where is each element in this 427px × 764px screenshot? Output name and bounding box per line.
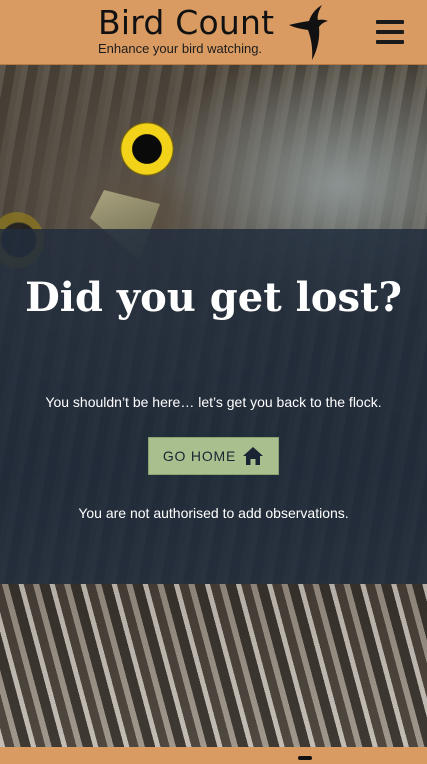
home-icon — [243, 447, 264, 465]
brand-title[interactable]: Bird Count — [98, 3, 274, 43]
go-home-button[interactable]: GO HOME — [148, 437, 279, 475]
hamburger-menu-icon[interactable] — [376, 20, 404, 44]
site-footer — [0, 747, 427, 764]
authorisation-notice: You are not authorised to add observatio… — [78, 505, 349, 521]
owl-eye — [120, 122, 174, 176]
page: Bird Count Enhance your bird watching. D… — [0, 0, 427, 764]
brand-tagline: Enhance your bird watching. — [98, 41, 263, 56]
footer-bird-icon — [298, 756, 312, 760]
site-header: Bird Count Enhance your bird watching. — [0, 0, 427, 65]
bird-silhouette-icon — [289, 5, 328, 60]
page-headline: Did you get lost? — [25, 274, 402, 321]
owl-feathers — [0, 584, 427, 747]
lost-message: You shouldn’t be here… let’s get you bac… — [45, 394, 382, 410]
go-home-label: GO HOME — [162, 448, 237, 464]
